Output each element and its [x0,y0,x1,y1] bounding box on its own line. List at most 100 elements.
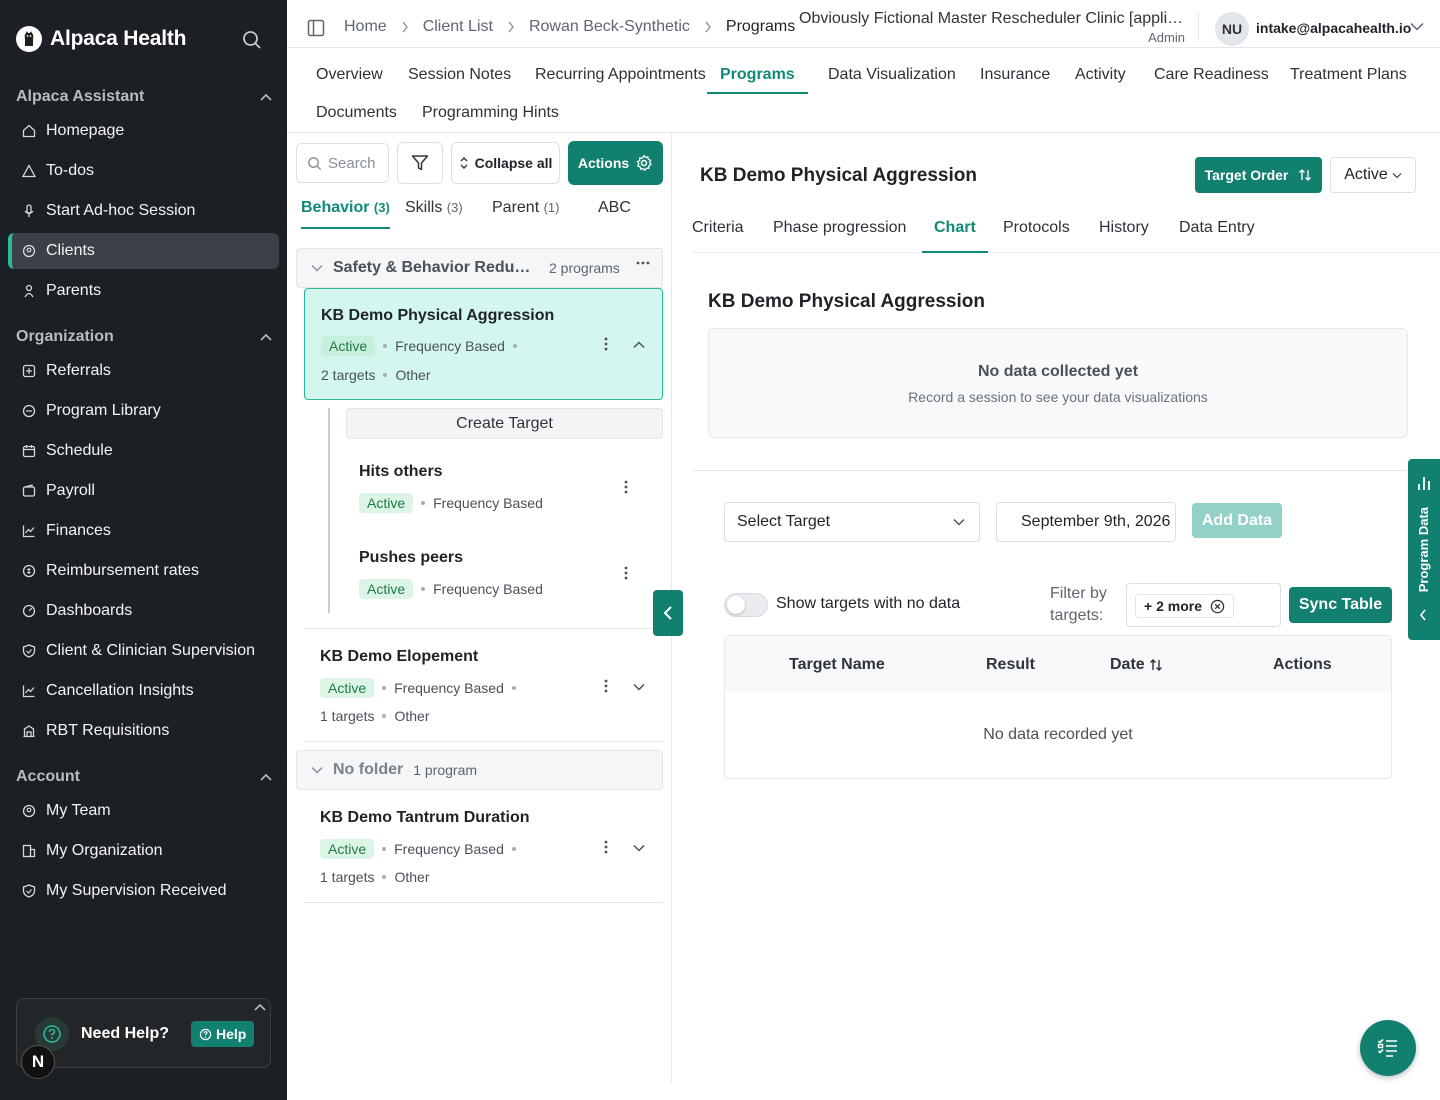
tab-behavior[interactable]: Behavior (3) [301,199,390,229]
sidebar-toggle-icon[interactable] [307,19,325,37]
program-item[interactable]: KB Demo Tantrum Duration Active Frequenc… [304,791,663,903]
tab-recurring-appointments[interactable]: Recurring Appointments [535,56,706,94]
tab-history[interactable]: History [1099,219,1149,253]
sidebar-item-parents[interactable]: Parents [8,273,279,309]
status-select[interactable]: Active [1330,157,1416,193]
sidebar-item-payroll[interactable]: Payroll [8,473,279,509]
section-alpaca-assistant[interactable]: Alpaca Assistant [16,88,272,106]
sidebar-item-todos[interactable]: To-dos [8,153,279,189]
sidebar: Alpaca Health Alpaca Assistant Homepage … [0,0,287,1100]
sidebar-item-rbt-requisitions[interactable]: RBT Requisitions [8,713,279,749]
sidebar-item-my-supervision-received[interactable]: My Supervision Received [8,873,279,909]
close-circle-icon[interactable] [1210,599,1225,614]
program-item[interactable]: KB Demo Physical Aggression Active Frequ… [304,288,663,400]
show-empty-targets-toggle[interactable] [724,593,768,617]
more-vertical-icon[interactable] [624,480,628,494]
tab-care-readiness[interactable]: Care Readiness [1154,56,1269,94]
topbar: Home Client List Rowan Beck-Synthetic Pr… [287,0,1440,48]
program-search[interactable] [296,143,389,183]
tab-criteria[interactable]: Criteria [692,219,744,253]
breadcrumb-client-list[interactable]: Client List [423,18,493,36]
clinic-switcher[interactable]: Obviously Fictional Master Rescheduler C… [799,10,1185,45]
target-filter[interactable]: + 2 more [1126,583,1281,627]
filter-button[interactable] [397,142,443,184]
tab-treatment-plans[interactable]: Treatment Plans [1290,56,1407,94]
clinic-name: Obviously Fictional Master Rescheduler C… [799,10,1185,27]
chevron-up-icon[interactable] [254,1003,266,1011]
target-item[interactable]: Pushes peers [359,549,463,567]
chevron-up-icon[interactable] [633,341,645,349]
sidebar-item-schedule[interactable]: Schedule [8,433,279,469]
target-order-button[interactable]: Target Order [1195,157,1322,193]
tab-chart[interactable]: Chart [922,219,988,253]
tab-phase-progression[interactable]: Phase progression [773,219,906,253]
filter-chip[interactable]: + 2 more [1135,594,1234,618]
chevron-down-icon[interactable] [633,844,645,852]
sync-table-button[interactable]: Sync Table [1289,587,1392,623]
section-account[interactable]: Account [16,768,272,786]
search-icon [308,156,322,170]
sort-arrows-icon [1149,659,1162,671]
more-vertical-icon[interactable] [624,566,628,580]
tab-data-visualization[interactable]: Data Visualization [828,56,956,94]
select-target-dropdown[interactable]: Select Target [724,502,980,542]
chevron-down-icon[interactable] [1410,22,1424,31]
chevron-down-icon [311,264,323,272]
col-date[interactable]: Date [1110,656,1163,674]
more-vertical-icon[interactable] [604,840,608,854]
avatar[interactable]: NU [1215,12,1249,46]
status-badge: Active [359,579,414,599]
tab-data-entry[interactable]: Data Entry [1179,219,1255,253]
checklist-fab-button[interactable] [1360,1020,1416,1076]
tab-parent[interactable]: Parent (1) [492,199,559,229]
col-result: Result [986,656,1035,673]
brand[interactable]: Alpaca Health [16,26,186,52]
section-organization[interactable]: Organization [16,328,272,346]
tab-overview[interactable]: Overview [316,56,383,94]
sidebar-item-cancellation-insights[interactable]: Cancellation Insights [8,673,279,709]
user-email[interactable]: intake@alpacahealth.io [1256,20,1411,36]
search-input[interactable] [328,154,378,172]
sidebar-item-finances[interactable]: Finances [8,513,279,549]
program-item[interactable]: KB Demo Elopement Active Frequency Based… [304,629,663,741]
tab-skills[interactable]: Skills (3) [405,199,463,229]
notification-badge[interactable]: N [21,1045,55,1079]
sidebar-search-icon[interactable] [242,30,262,50]
program-meta: Active Frequency Based [320,839,516,859]
tab-protocols[interactable]: Protocols [1003,219,1070,253]
sidebar-item-program-library[interactable]: Program Library [8,393,279,429]
actions-button[interactable]: Actions [568,141,663,185]
tab-programming-hints[interactable]: Programming Hints [422,94,559,132]
add-data-button[interactable]: Add Data [1192,503,1282,538]
more-horizontal-icon[interactable] [636,261,650,265]
sidebar-item-dashboards[interactable]: Dashboards [8,593,279,629]
tab-insurance[interactable]: Insurance [980,56,1050,94]
sidebar-item-start-adhoc-session[interactable]: Start Ad-hoc Session [8,193,279,229]
more-vertical-icon[interactable] [604,679,608,693]
tab-session-notes[interactable]: Session Notes [408,56,511,94]
breadcrumb-home[interactable]: Home [344,18,387,36]
more-vertical-icon[interactable] [604,337,608,351]
tab-documents[interactable]: Documents [316,94,397,132]
help-button[interactable]: Help [191,1021,255,1047]
target-item[interactable]: Hits others [359,463,443,481]
collapse-all-button[interactable]: Collapse all [451,142,560,184]
date-picker[interactable]: September 9th, 2026 [996,502,1176,542]
tab-activity[interactable]: Activity [1075,56,1126,94]
sidebar-item-clients[interactable]: Clients [8,233,279,269]
folder-safety-behavior-reduction[interactable]: Safety & Behavior Reduction 2 programs [296,248,663,288]
chevron-down-icon[interactable] [633,683,645,691]
program-data-drawer-tab[interactable]: Program Data [1408,459,1440,640]
sidebar-item-my-team[interactable]: My Team [8,793,279,829]
tab-abc[interactable]: ABC [598,199,631,229]
sidebar-item-reimbursement-rates[interactable]: Reimbursement rates [8,553,279,589]
sidebar-item-my-organization[interactable]: My Organization [8,833,279,869]
create-target-button[interactable]: Create Target [346,408,663,439]
sidebar-item-homepage[interactable]: Homepage [8,113,279,149]
sidebar-item-referrals[interactable]: Referrals [8,353,279,389]
tab-programs[interactable]: Programs [707,56,808,94]
sidebar-item-client-clinician-supervision[interactable]: Client & Clinician Supervision [8,633,279,669]
breadcrumb-client[interactable]: Rowan Beck-Synthetic [529,18,690,36]
folder-no-folder[interactable]: No folder 1 program [296,750,663,790]
toggle-label: Show targets with no data [776,595,961,612]
